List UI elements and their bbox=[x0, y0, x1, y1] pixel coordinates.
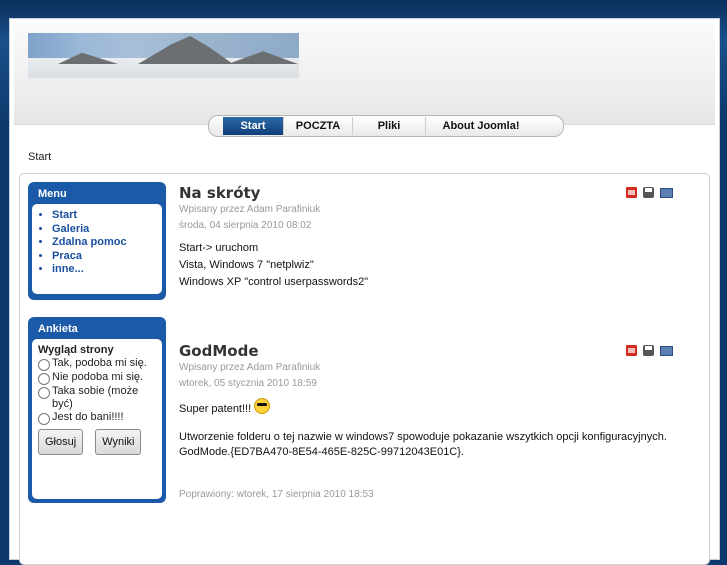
menu-item-start[interactable]: Start bbox=[52, 209, 156, 223]
poll-module: Ankieta Wygląd strony Tak, podoba mi się… bbox=[28, 317, 166, 503]
article-title[interactable]: Na skróty bbox=[179, 184, 679, 202]
page-container: Start POCZTA Pliki About Joomla! Start M… bbox=[9, 18, 720, 565]
menu-module-title: Menu bbox=[38, 188, 67, 200]
article-modified: Poprawiony: wtorek, 17 sierpnia 2010 18:… bbox=[179, 489, 374, 500]
poll-option[interactable]: Nie podoba mi się. bbox=[38, 371, 156, 385]
article: Na skróty Wpisany przez Adam Parafiniuk … bbox=[179, 184, 679, 291]
radio-button[interactable] bbox=[38, 387, 50, 399]
nav-item-about-joomla[interactable]: About Joomla! bbox=[426, 117, 536, 135]
results-button[interactable]: Wyniki bbox=[95, 429, 142, 455]
menu-item-praca[interactable]: Praca bbox=[52, 250, 156, 264]
poll-option[interactable]: Tak, podoba mi się. bbox=[38, 357, 156, 371]
banner-image bbox=[28, 33, 299, 78]
article-author: Wpisany przez Adam Parafiniuk bbox=[179, 204, 321, 215]
breadcrumb: Start bbox=[28, 151, 52, 163]
menu-module-body: Start Galeria Zdalna pomoc Praca inne... bbox=[32, 204, 162, 294]
menu-item-inne[interactable]: inne... bbox=[52, 263, 156, 277]
menu-item-galeria[interactable]: Galeria bbox=[52, 223, 156, 237]
radio-button[interactable] bbox=[38, 413, 50, 425]
vote-button[interactable]: Głosuj bbox=[38, 429, 84, 455]
article-title[interactable]: GodMode bbox=[179, 342, 679, 360]
article-body: Start-> uruchom Vista, Windows 7 "netplw… bbox=[179, 242, 369, 288]
sunglasses-smiley-icon bbox=[254, 398, 271, 414]
poll-option[interactable]: Taka sobie (może być) bbox=[38, 385, 156, 411]
poll-question: Wygląd strony bbox=[38, 344, 114, 356]
poll-module-body: Wygląd strony Tak, podoba mi się. Nie po… bbox=[32, 339, 162, 499]
poll-option[interactable]: Jest do bani!!!! bbox=[38, 411, 156, 425]
header bbox=[14, 23, 715, 125]
poll-module-title: Ankieta bbox=[38, 323, 78, 335]
content-area: Menu Start Galeria Zdalna pomoc Praca in… bbox=[19, 173, 710, 565]
article-author: Wpisany przez Adam Parafiniuk bbox=[179, 362, 321, 373]
menu-item-zdalna-pomoc[interactable]: Zdalna pomoc bbox=[52, 236, 156, 250]
radio-button[interactable] bbox=[38, 359, 50, 371]
nav-item-start[interactable]: Start bbox=[223, 117, 284, 135]
menu-module: Menu Start Galeria Zdalna pomoc Praca in… bbox=[28, 182, 166, 300]
main-navigation: Start POCZTA Pliki About Joomla! bbox=[208, 115, 564, 137]
article: GodMode Wpisany przez Adam Parafiniuk wt… bbox=[179, 342, 679, 503]
article-date: środa, 04 sierpnia 2010 08:02 bbox=[179, 220, 312, 231]
article-body: Super patent!!! Utworzenie folderu o tej… bbox=[179, 398, 679, 461]
radio-button[interactable] bbox=[38, 373, 50, 385]
nav-item-poczta[interactable]: POCZTA bbox=[284, 117, 353, 135]
nav-item-pliki[interactable]: Pliki bbox=[353, 117, 426, 135]
article-date: wtorek, 05 stycznia 2010 18:59 bbox=[179, 378, 317, 389]
